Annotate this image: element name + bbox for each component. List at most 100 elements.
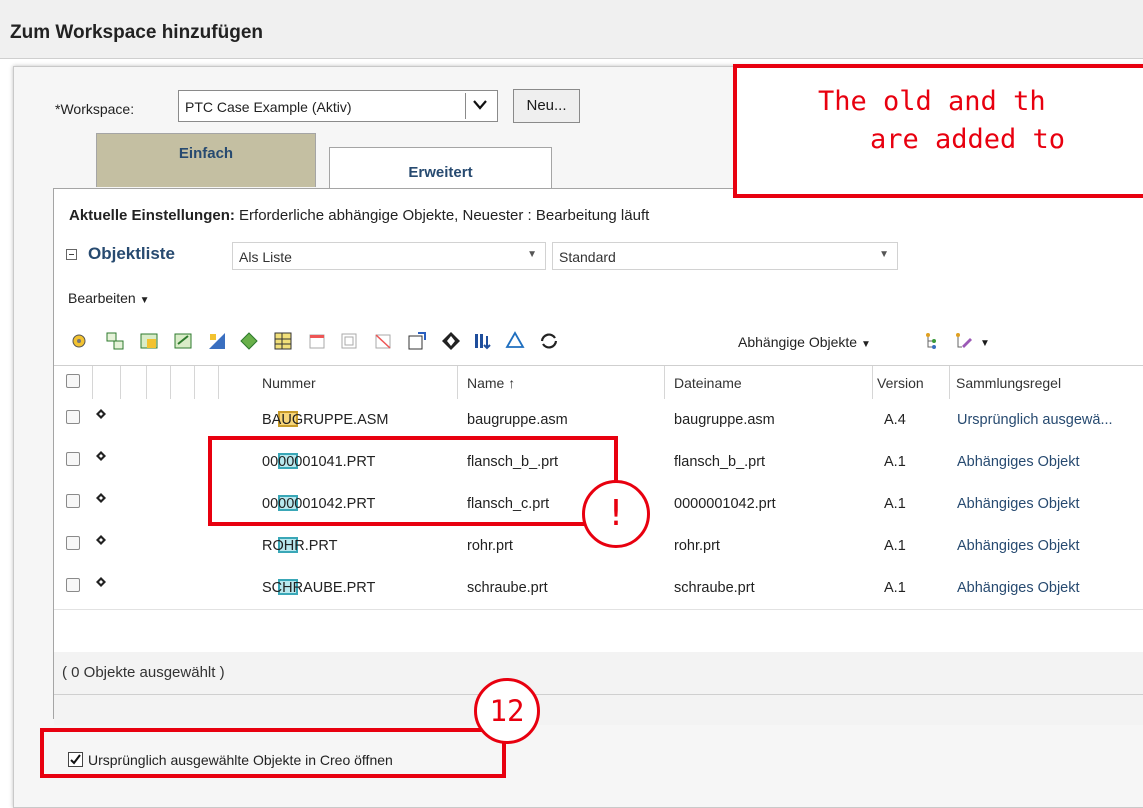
cell-name: baugruppe.asm: [467, 412, 568, 428]
frame-icon[interactable]: [338, 330, 360, 352]
dependency-icon: [96, 577, 106, 587]
new-workspace-button[interactable]: Neu...: [513, 89, 580, 123]
selection-status: ( 0 Objekte ausgewählt ): [62, 664, 225, 681]
cycle-icon[interactable]: [504, 330, 526, 352]
cell-rule: Ursprünglich ausgewä...: [957, 412, 1113, 428]
column-header-number[interactable]: Nummer: [262, 375, 316, 391]
row-checkbox[interactable]: [66, 578, 80, 592]
dependents-menu[interactable]: Abhängige Objekte ▼: [738, 334, 871, 350]
cell-number[interactable]: BAUGRUPPE.ASM: [262, 412, 389, 428]
table-row[interactable]: SCHRAUBE.PRT schraube.prt schraube.prt A.1 A…: [54, 567, 1143, 610]
dependency-icon: [96, 409, 106, 419]
column-divider: [146, 366, 147, 400]
view-dropdown-value: Als Liste: [239, 249, 292, 265]
filter-dropdown[interactable]: Standard ▼: [552, 242, 898, 270]
add-dependents-icon[interactable]: [68, 330, 90, 352]
column-divider: [120, 366, 121, 400]
caret-down-icon: ▼: [139, 295, 150, 306]
diamond-arrow-icon[interactable]: [440, 330, 462, 352]
table-header: Nummer Name ↑ Dateiname Version Sammlung…: [54, 365, 1143, 401]
column-divider: [872, 366, 873, 400]
column-header-name[interactable]: Name ↑: [467, 375, 515, 391]
cell-rule: Abhängiges Objekt: [957, 496, 1080, 512]
cell-filename: baugruppe.asm: [674, 412, 775, 428]
dropdown-arrow-icon: ▼: [527, 249, 537, 260]
current-settings-label: Aktuelle Einstellungen:: [69, 207, 235, 224]
annotation-callout-line1: The old and th: [818, 86, 1046, 117]
window-titlebar: Zum Workspace hinzufügen: [0, 0, 1143, 59]
table-empty-area: [54, 610, 1143, 653]
edit-tree-icon[interactable]: [952, 330, 974, 352]
tab-erweitert[interactable]: Erweitert: [329, 147, 552, 189]
cell-name: rohr.prt: [467, 538, 513, 554]
exclude-icon[interactable]: [372, 330, 394, 352]
column-divider: [170, 366, 171, 400]
dependents-menu-label: Abhängige Objekte: [738, 334, 858, 350]
sort-ascending-icon: ↑: [508, 375, 516, 391]
dependency-icon: [96, 493, 106, 503]
window-title: Zum Workspace hinzufügen: [10, 22, 264, 43]
cell-filename: schraube.prt: [674, 580, 755, 596]
row-checkbox[interactable]: [66, 410, 80, 424]
row-checkbox[interactable]: [66, 494, 80, 508]
workspace-label: *Workspace:: [55, 101, 135, 117]
filter-dropdown-value: Standard: [559, 249, 616, 265]
cell-number[interactable]: ROHR.PRT: [262, 538, 337, 554]
workspace-select-value: PTC Case Example (Aktiv): [185, 99, 352, 115]
column-divider: [194, 366, 195, 400]
related-icon[interactable]: [238, 330, 260, 352]
row-checkbox[interactable]: [66, 452, 80, 466]
chevron-down-icon[interactable]: [465, 93, 495, 119]
caret-down-icon[interactable]: ▼: [980, 338, 990, 349]
annotation-highlight-checkbox: [40, 728, 506, 778]
annotation-exclaim-marker: !: [582, 480, 650, 548]
column-divider: [92, 366, 93, 400]
refresh-icon[interactable]: [538, 330, 560, 352]
table-view-icon[interactable]: [272, 330, 294, 352]
remove-icon[interactable]: [306, 330, 328, 352]
cell-rule: Abhängiges Objekt: [957, 580, 1080, 596]
export-icon[interactable]: [406, 330, 428, 352]
current-settings: Aktuelle Einstellungen: Erforderliche ab…: [69, 207, 649, 224]
drawing-icon[interactable]: [206, 330, 228, 352]
column-divider: [664, 366, 665, 400]
structure-icon[interactable]: [104, 330, 126, 352]
cell-filename: flansch_b_.prt: [674, 454, 766, 470]
annotation-highlight-rows: [208, 436, 618, 526]
collapse-icon[interactable]: [66, 249, 77, 260]
current-settings-value: Erforderliche abhängige Objekte, Neueste…: [239, 207, 650, 224]
add-all-icon[interactable]: [172, 330, 194, 352]
edit-menu[interactable]: Bearbeiten ▼: [68, 290, 150, 306]
workspace-select[interactable]: PTC Case Example (Aktiv): [178, 90, 498, 122]
cell-rule: Abhängiges Objekt: [957, 454, 1080, 470]
column-header-name-label: Name: [467, 375, 505, 391]
add-required-icon[interactable]: [138, 330, 160, 352]
sort-icon[interactable]: [472, 330, 494, 352]
view-dropdown[interactable]: Als Liste ▼: [232, 242, 546, 270]
row-checkbox[interactable]: [66, 536, 80, 550]
cell-version: A.1: [884, 538, 906, 554]
column-header-filename[interactable]: Dateiname: [674, 375, 742, 391]
cell-rule: Abhängiges Objekt: [957, 538, 1080, 554]
dependency-icon: [96, 451, 106, 461]
selection-status-bar: ( 0 Objekte ausgewählt ): [54, 652, 1143, 695]
caret-down-icon: ▼: [860, 339, 871, 350]
cell-version: A.1: [884, 496, 906, 512]
column-header-version[interactable]: Version: [877, 375, 924, 391]
cell-version: A.1: [884, 454, 906, 470]
cell-filename: rohr.prt: [674, 538, 720, 554]
select-all-checkbox[interactable]: [66, 374, 80, 388]
edit-menu-label: Bearbeiten: [68, 290, 136, 306]
column-header-rule[interactable]: Sammlungsregel: [956, 375, 1061, 391]
cell-version: A.1: [884, 580, 906, 596]
tab-einfach[interactable]: Einfach: [96, 133, 316, 187]
column-divider: [949, 366, 950, 400]
cell-version: A.4: [884, 412, 906, 428]
dependency-icon: [96, 535, 106, 545]
cell-number[interactable]: SCHRAUBE.PRT: [262, 580, 375, 596]
dialog-footer: [54, 695, 1143, 725]
tree-icon[interactable]: [922, 330, 944, 352]
dropdown-arrow-icon: ▼: [879, 249, 889, 260]
annotation-callout: The old and th are added to: [733, 64, 1143, 198]
column-divider: [457, 366, 458, 400]
